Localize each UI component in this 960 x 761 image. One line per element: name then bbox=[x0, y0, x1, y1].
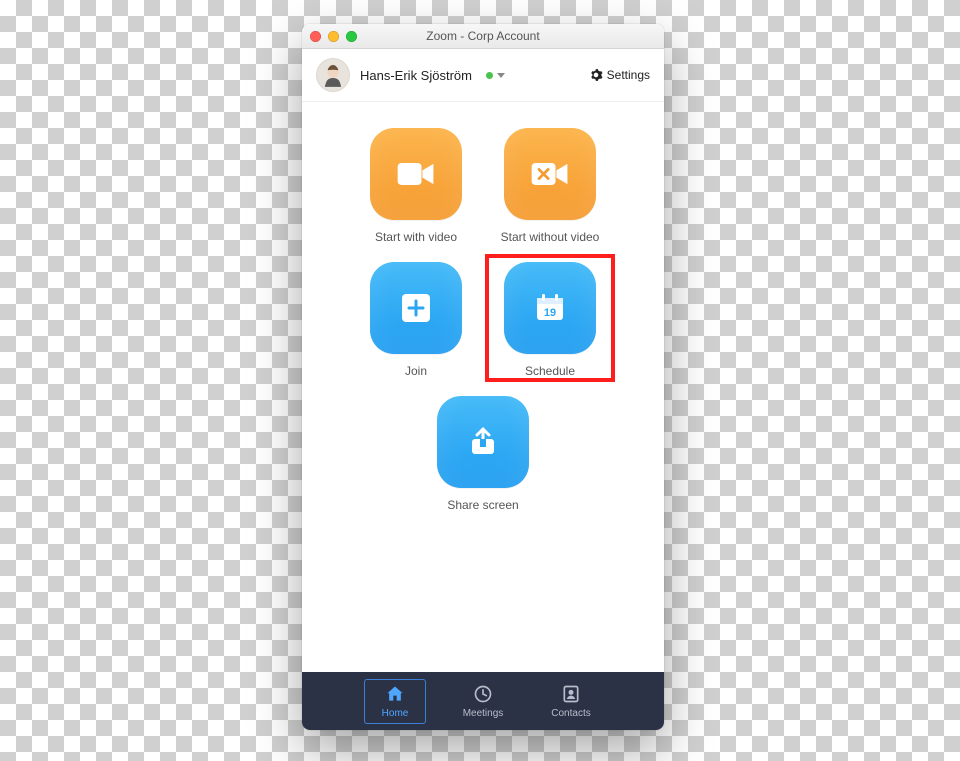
home-icon bbox=[385, 684, 405, 704]
username: Hans-Erik Sjöström bbox=[360, 68, 472, 83]
plus-icon bbox=[399, 291, 433, 325]
join-button[interactable] bbox=[370, 262, 462, 354]
close-window-button[interactable] bbox=[310, 31, 321, 42]
calendar-icon: 19 bbox=[533, 291, 567, 325]
tab-meetings-label: Meetings bbox=[463, 708, 504, 719]
join-label: Join bbox=[405, 364, 427, 378]
schedule-label: Schedule bbox=[525, 364, 575, 378]
status-dropdown[interactable] bbox=[486, 72, 505, 79]
main-content: Start with video Start without video bbox=[302, 102, 664, 672]
start-with-video-button[interactable] bbox=[370, 128, 462, 220]
zoom-window-button[interactable] bbox=[346, 31, 357, 42]
share-up-icon bbox=[466, 425, 500, 459]
start-with-video-tile: Start with video bbox=[356, 128, 476, 244]
start-with-video-label: Start with video bbox=[375, 230, 457, 244]
tab-contacts[interactable]: Contacts bbox=[541, 680, 601, 723]
tab-contacts-label: Contacts bbox=[551, 708, 590, 719]
start-without-video-button[interactable] bbox=[504, 128, 596, 220]
video-off-icon bbox=[528, 157, 572, 191]
clock-icon bbox=[473, 684, 493, 704]
tab-home[interactable]: Home bbox=[365, 680, 425, 723]
contacts-icon bbox=[561, 684, 581, 704]
share-screen-label: Share screen bbox=[447, 498, 518, 512]
tab-meetings[interactable]: Meetings bbox=[453, 680, 513, 723]
video-on-icon bbox=[394, 157, 438, 191]
header: Hans-Erik Sjöström Settings bbox=[302, 49, 664, 102]
tab-home-label: Home bbox=[382, 708, 409, 719]
minimize-window-button[interactable] bbox=[328, 31, 339, 42]
titlebar: Zoom - Corp Account bbox=[302, 24, 664, 49]
zoom-window: Zoom - Corp Account Hans-Erik Sjöström S… bbox=[302, 24, 664, 730]
tabbar: Home Meetings Contacts bbox=[302, 672, 664, 730]
svg-text:19: 19 bbox=[544, 307, 556, 319]
avatar-person-icon bbox=[318, 62, 348, 92]
start-without-video-tile: Start without video bbox=[490, 128, 610, 244]
start-without-video-label: Start without video bbox=[501, 230, 600, 244]
share-screen-button[interactable] bbox=[437, 396, 529, 488]
avatar[interactable] bbox=[316, 58, 350, 92]
gear-icon bbox=[589, 68, 603, 82]
settings-label: Settings bbox=[607, 68, 650, 82]
settings-button[interactable]: Settings bbox=[589, 68, 650, 82]
schedule-button[interactable]: 19 bbox=[504, 262, 596, 354]
status-available-icon bbox=[486, 72, 493, 79]
join-tile: Join bbox=[356, 262, 476, 378]
schedule-tile: 19 Schedule bbox=[490, 262, 610, 378]
traffic-lights bbox=[310, 31, 357, 42]
share-screen-tile: Share screen bbox=[423, 396, 543, 512]
chevron-down-icon bbox=[497, 73, 505, 78]
